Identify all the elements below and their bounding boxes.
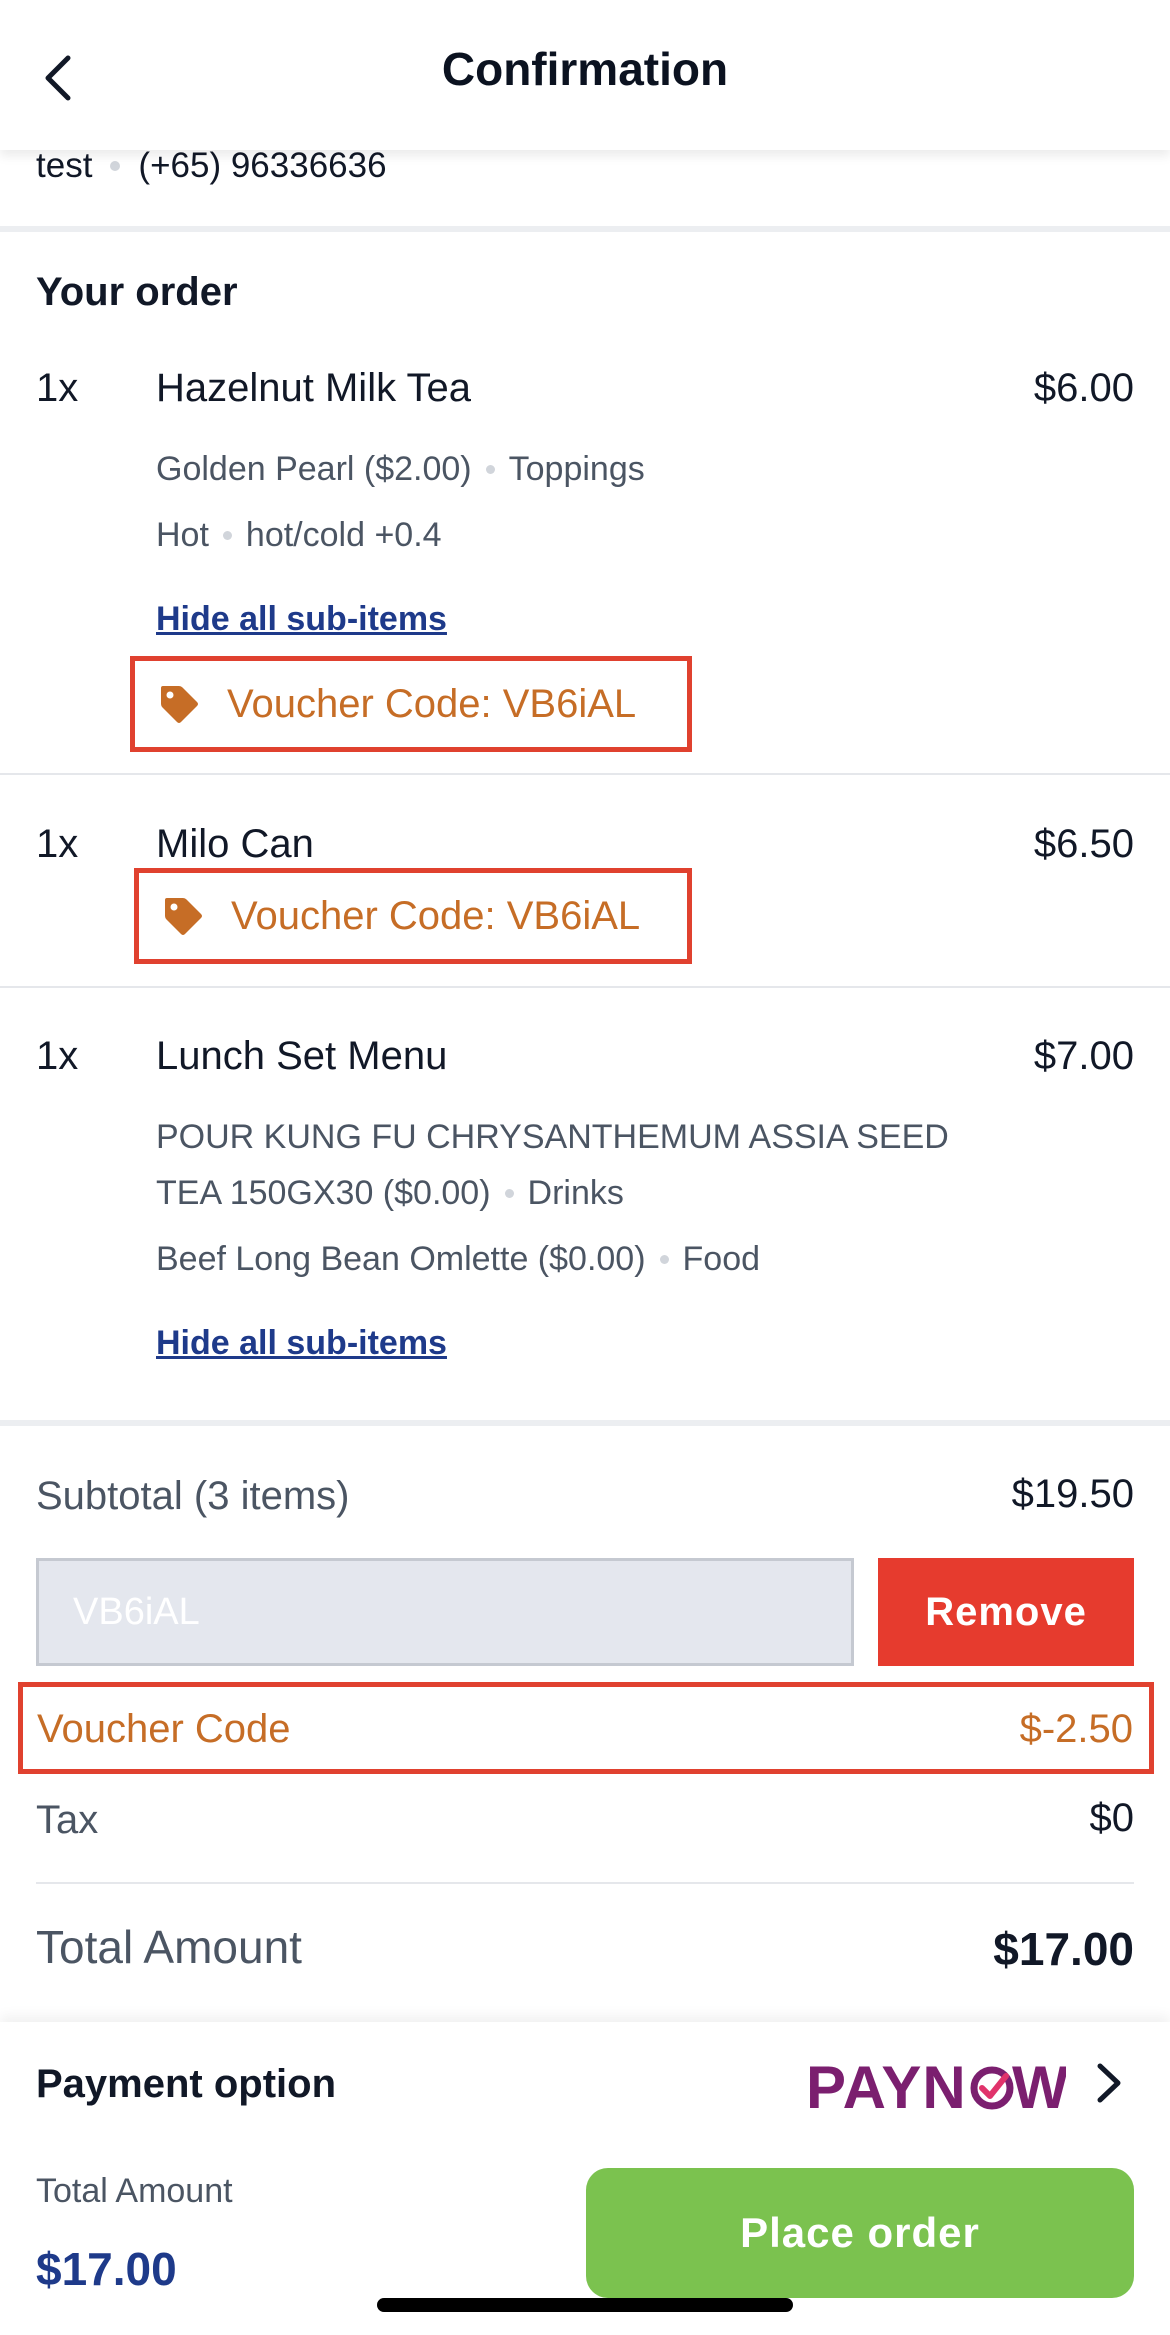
separator-dot [504, 1189, 514, 1198]
option-group: Drinks [527, 1174, 624, 1212]
item-option: Hot hot/cold +0.4 [156, 516, 442, 555]
voucher-discount-label: Voucher Code [37, 1707, 291, 1751]
total-amount-value: $17.00 [993, 1923, 1134, 1975]
voucher-code-text: Voucher Code: VB6iAL [231, 893, 641, 938]
svg-text:PAYN: PAYN [806, 2054, 967, 2121]
payment-option-label: Payment option [36, 2062, 337, 2106]
separator-dot [659, 1255, 669, 1264]
item-divider [0, 986, 1170, 988]
payment-footer: Payment option PAYN W Total Amount $17.0… [0, 2022, 1170, 2335]
option-value: POUR KUNG FU CHRYSANTHEMUM ASSIA SEED [156, 1118, 949, 1156]
hide-sub-items-link[interactable]: Hide all sub-items [156, 1324, 447, 1363]
chevron-right-icon[interactable] [1090, 2058, 1130, 2108]
footer-total-value: $17.00 [36, 2243, 177, 2295]
item-option: TEA 150GX30 ($0.00) Drinks [156, 1174, 624, 1213]
section-divider [0, 226, 1170, 232]
separator-dot [222, 531, 232, 540]
item-qty: 1x [36, 366, 79, 410]
item-price: $7.00 [1033, 1034, 1134, 1078]
tax-value: $0 [1089, 1796, 1135, 1840]
subtotal-label: Subtotal (3 items) [36, 1474, 350, 1518]
order-section-title: Your order [36, 270, 238, 314]
tag-icon [165, 898, 202, 935]
item-option-line: POUR KUNG FU CHRYSANTHEMUM ASSIA SEED [156, 1118, 949, 1157]
option-group: Food [682, 1240, 761, 1278]
item-qty: 1x [36, 822, 79, 866]
option-value: Golden Pearl ($2.00) [156, 450, 472, 488]
item-qty: 1x [36, 1034, 79, 1078]
item-option: Beef Long Bean Omlette ($0.00) Food [156, 1240, 760, 1279]
voucher-code-text: Voucher Code: VB6iAL [227, 681, 637, 726]
tax-label: Tax [36, 1798, 99, 1842]
contact-info: test (+65) 96336636 [36, 146, 387, 186]
hide-sub-items-link[interactable]: Hide all sub-items [156, 600, 447, 639]
page-title: Confirmation [441, 43, 729, 95]
item-price: $6.50 [1033, 822, 1134, 866]
option-group: Toppings [508, 450, 645, 488]
separator-dot [485, 465, 495, 474]
option-value: Hot [156, 516, 209, 554]
tag-icon [161, 686, 198, 723]
item-option: Golden Pearl ($2.00) Toppings [156, 450, 645, 489]
item-divider [0, 773, 1170, 775]
contact-name: test [36, 146, 93, 185]
remove-voucher-button[interactable]: Remove [878, 1558, 1134, 1666]
total-divider [36, 1882, 1134, 1884]
footer-total-label: Total Amount [36, 2172, 233, 2210]
item-name: Lunch Set Menu [156, 1034, 448, 1078]
voucher-discount-row: Voucher Code $-2.50 [18, 1682, 1154, 1774]
app-header: Confirmation [0, 0, 1170, 150]
item-price: $6.00 [1033, 366, 1134, 410]
svg-text:W: W [1012, 2054, 1066, 2121]
subtotal-value: $19.50 [1011, 1472, 1134, 1516]
option-value: TEA 150GX30 ($0.00) [156, 1174, 491, 1212]
item-voucher-badge: Voucher Code: VB6iAL [134, 868, 692, 964]
separator-dot [110, 161, 121, 171]
voucher-code-input[interactable] [36, 1558, 854, 1666]
item-name: Milo Can [156, 822, 314, 866]
home-indicator[interactable] [377, 2298, 793, 2312]
place-order-button[interactable]: Place order [586, 2168, 1134, 2298]
item-name: Hazelnut Milk Tea [156, 366, 471, 410]
total-amount-label: Total Amount [36, 1921, 302, 1973]
voucher-discount-value: $-2.50 [1019, 1707, 1133, 1751]
section-divider [0, 1420, 1170, 1426]
option-group: hot/cold +0.4 [245, 516, 442, 554]
contact-phone: (+65) 96336636 [138, 146, 387, 185]
item-voucher-badge: Voucher Code: VB6iAL [130, 656, 692, 752]
paynow-logo[interactable]: PAYN W [806, 2052, 1066, 2122]
option-value: Beef Long Bean Omlette ($0.00) [156, 1240, 646, 1278]
